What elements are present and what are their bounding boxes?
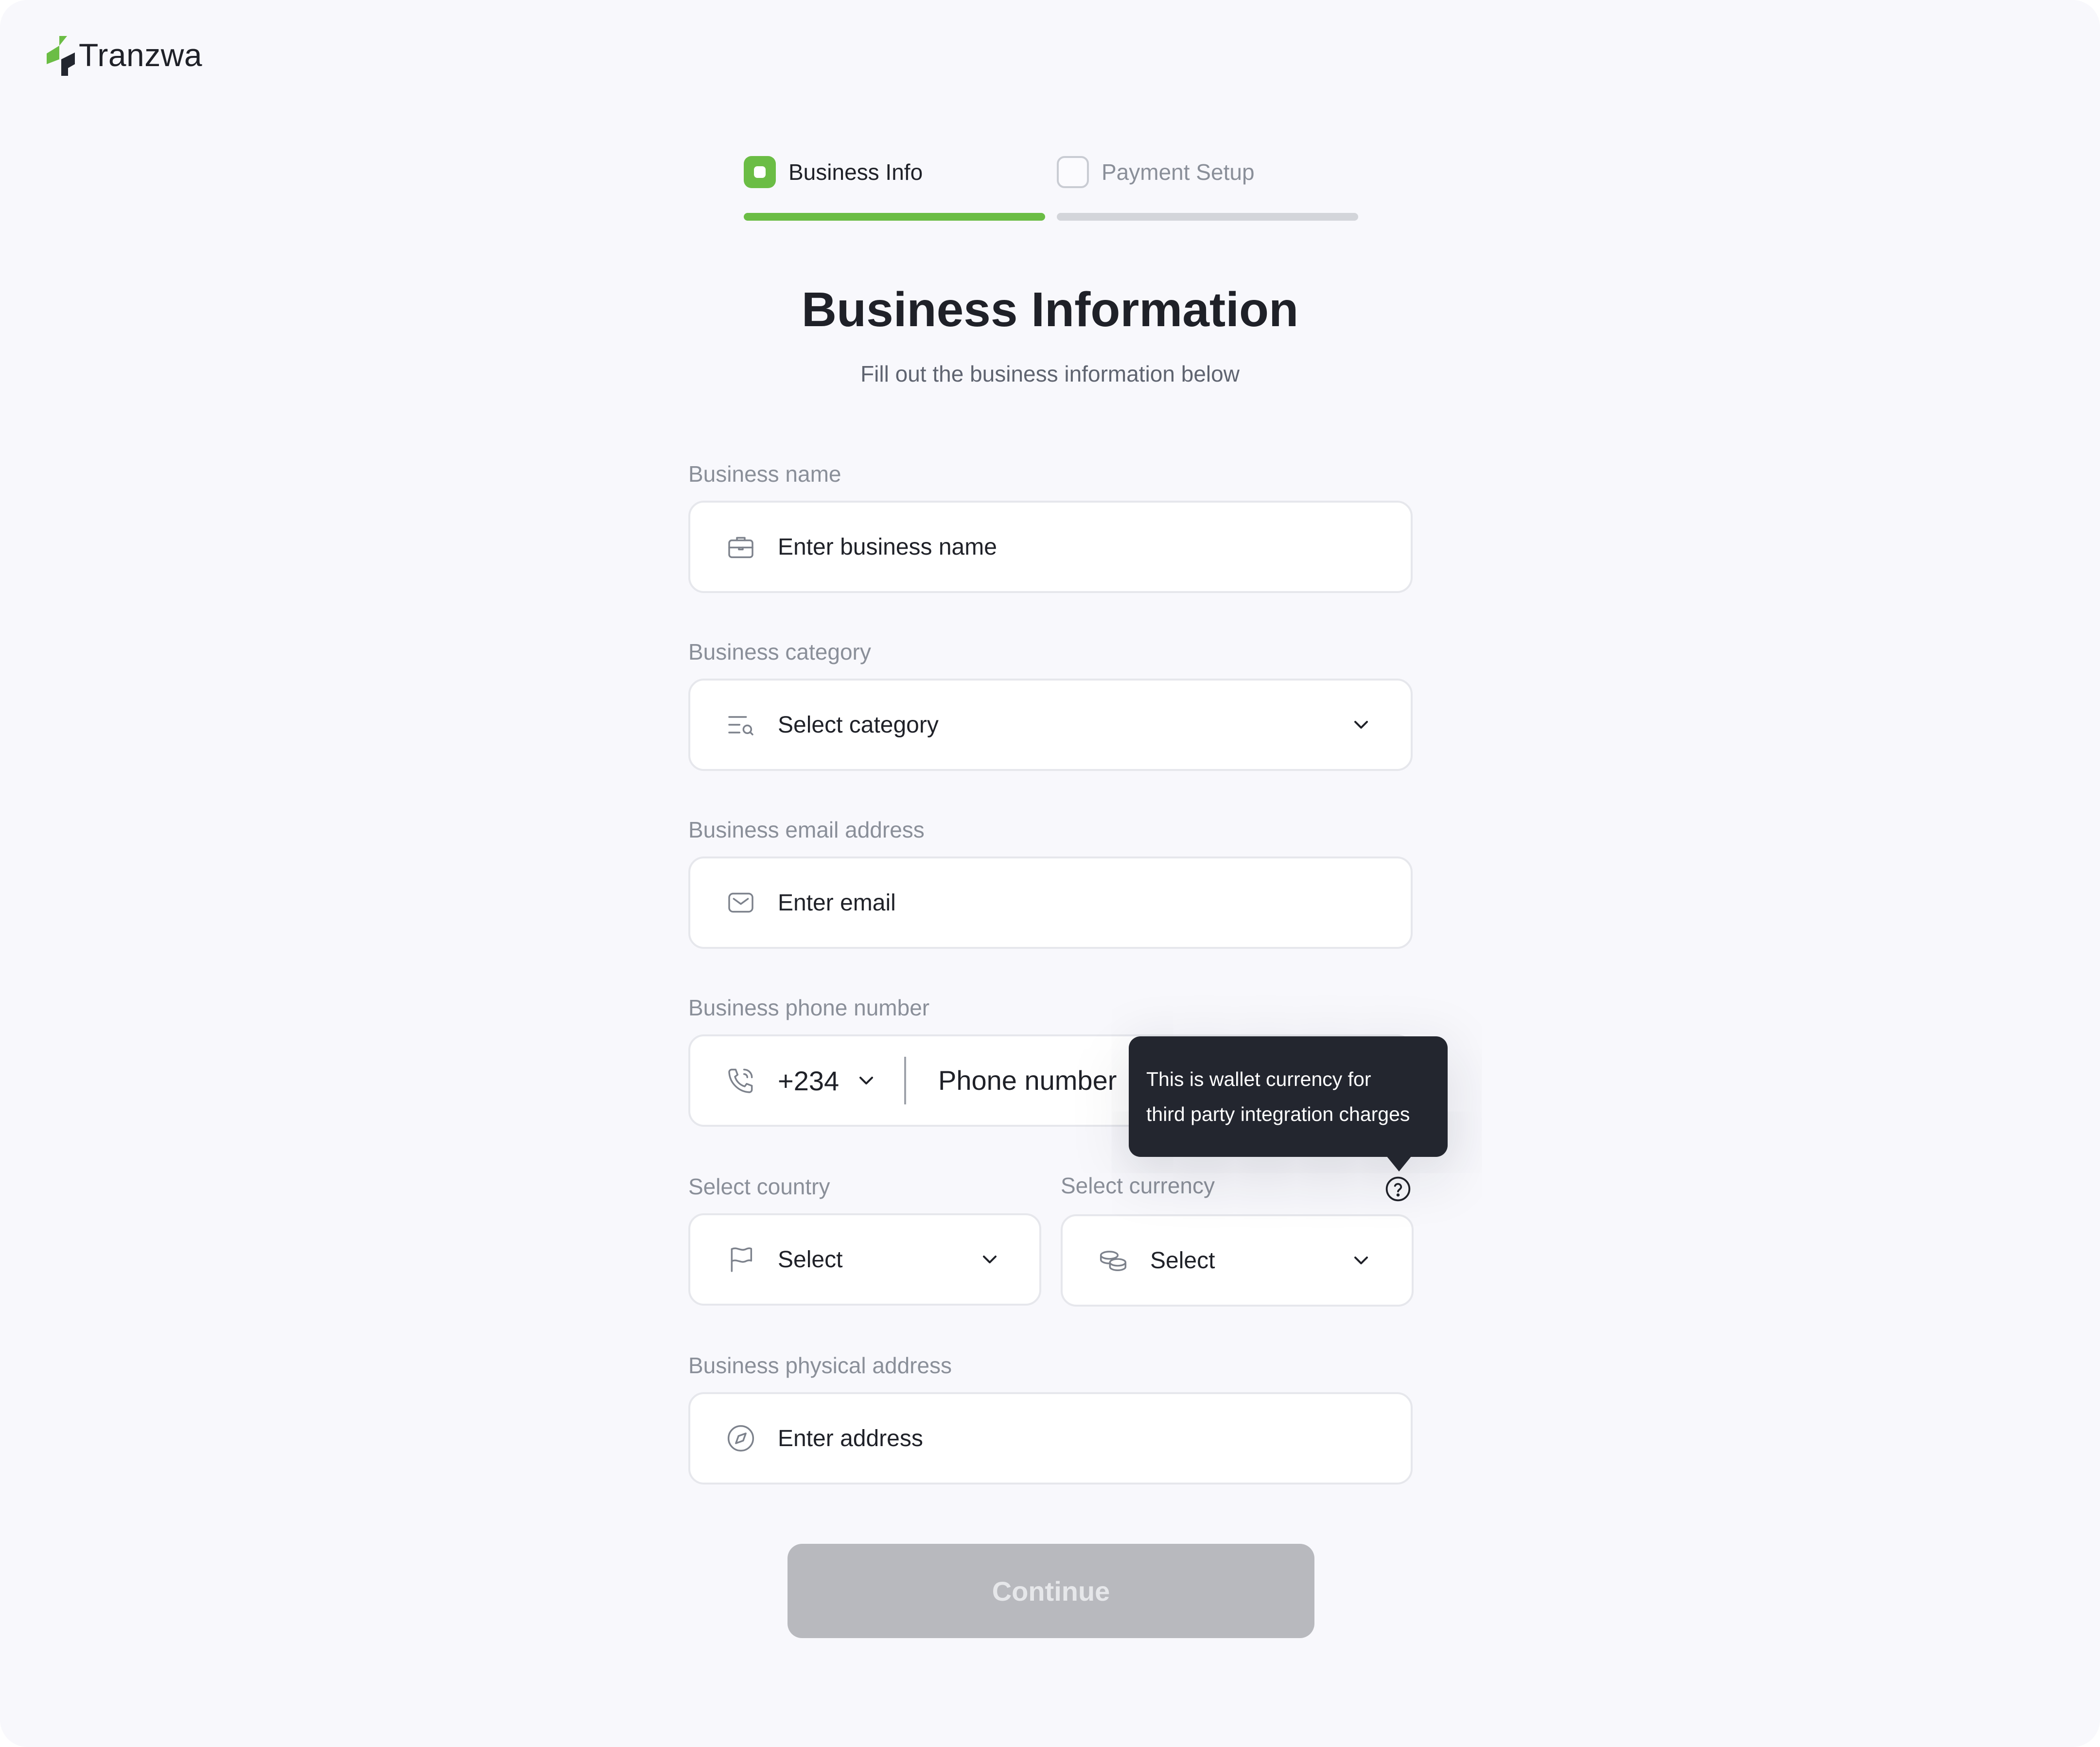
coins-icon <box>1098 1245 1129 1276</box>
phone-number-input[interactable]: Phone number <box>938 1065 1117 1096</box>
brand-name: Tranzwa <box>79 37 203 73</box>
step-payment-setup[interactable]: Payment Setup <box>1057 155 1255 190</box>
select-country-label: Select country <box>688 1174 830 1199</box>
page-title: Business Information <box>801 282 1299 337</box>
business-name-placeholder: Enter business name <box>778 534 997 560</box>
business-phone-label: Business phone number <box>688 995 930 1020</box>
step-label: Payment Setup <box>1102 159 1255 185</box>
country-code-value[interactable]: +234 <box>778 1065 839 1097</box>
country-select[interactable]: Select <box>688 1213 1041 1306</box>
phone-icon <box>725 1065 756 1096</box>
step-inactive-indicator <box>1057 156 1089 188</box>
chevron-down-icon <box>1349 713 1373 736</box>
currency-select[interactable]: Select <box>1061 1214 1414 1307</box>
country-select-value: Select <box>778 1246 843 1273</box>
help-circle-icon[interactable] <box>1384 1175 1412 1203</box>
select-currency-label: Select currency <box>1061 1173 1215 1198</box>
step-progress-pending <box>1057 213 1358 221</box>
business-address-placeholder: Enter address <box>778 1425 923 1451</box>
chevron-down-icon <box>1349 1249 1373 1272</box>
briefcase-icon <box>725 531 756 562</box>
business-category-select[interactable]: Select category <box>688 679 1413 771</box>
step-business-info[interactable]: Business Info <box>744 155 923 190</box>
step-progress-complete <box>744 213 1045 221</box>
country-code-chevron-icon[interactable] <box>855 1069 878 1092</box>
brand-logo[interactable]: Tranzwa <box>45 33 202 77</box>
continue-button[interactable]: Continue <box>788 1544 1314 1638</box>
business-email-input[interactable]: Enter email <box>688 856 1413 949</box>
business-category-value: Select category <box>778 712 939 738</box>
mail-icon <box>725 887 756 918</box>
step-label: Business Info <box>788 159 923 185</box>
business-address-label: Business physical address <box>688 1353 952 1378</box>
business-name-label: Business name <box>688 461 841 487</box>
phone-divider <box>904 1057 906 1104</box>
app-frame: Tranzwa Business Info Payment Setup Busi… <box>0 0 2100 1747</box>
step-active-indicator <box>744 156 776 188</box>
business-email-placeholder: Enter email <box>778 890 896 916</box>
list-search-icon <box>725 709 756 740</box>
page-subtitle: Fill out the business information below <box>860 361 1240 386</box>
currency-tooltip: This is wallet currency for third party … <box>1129 1036 1448 1171</box>
compass-icon <box>725 1423 756 1454</box>
business-category-label: Business category <box>688 639 871 664</box>
business-name-input[interactable]: Enter business name <box>688 501 1413 593</box>
chevron-down-icon <box>978 1248 1001 1271</box>
currency-select-value: Select <box>1150 1247 1215 1274</box>
business-address-input[interactable]: Enter address <box>688 1392 1413 1485</box>
tooltip-line: third party integration charges <box>1146 1103 1410 1125</box>
tooltip-line: This is wallet currency for <box>1146 1068 1371 1090</box>
flag-icon <box>725 1244 756 1275</box>
business-email-label: Business email address <box>688 817 925 842</box>
tranzwa-logo-icon <box>47 36 75 76</box>
